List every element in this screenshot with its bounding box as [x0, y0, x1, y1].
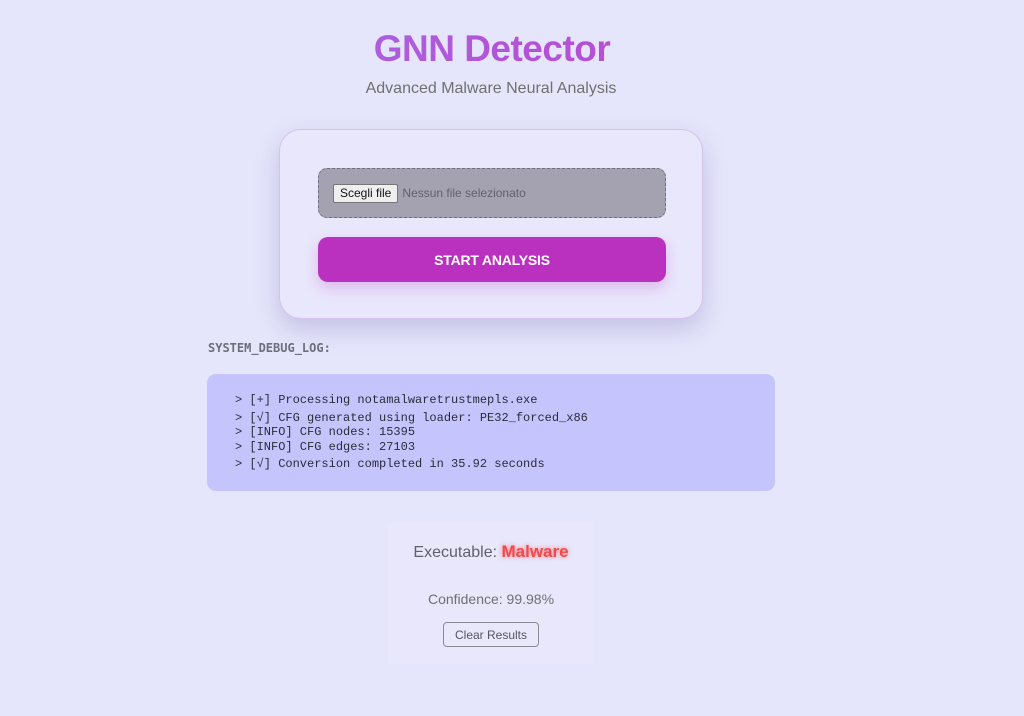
log-line: > [√] Conversion completed in 35.92 seco…: [235, 457, 545, 471]
upload-card: Scegli file Nessun file selezionato STAR…: [279, 129, 703, 319]
clear-results-button[interactable]: Clear Results: [443, 622, 539, 647]
page-subtitle: Advanced Malware Neural Analysis: [365, 80, 617, 97]
start-analysis-button[interactable]: START ANALYSIS: [318, 237, 666, 282]
log-line: > [+] Processing notamalwaretrustmepls.e…: [235, 393, 538, 407]
log-line: > [√] CFG generated using loader: PE32_f…: [235, 410, 588, 425]
choose-file-button[interactable]: Scegli file: [333, 183, 399, 203]
result-panel: Executable: Malware Confidence: 99.98% C…: [388, 522, 594, 664]
debug-log-label: SYSTEM_DEBUG_LOG:: [208, 341, 331, 355]
executable-label: Executable:: [413, 544, 498, 561]
executable-result: Executable: Malware: [388, 542, 594, 562]
log-line: > [INFO] CFG nodes: 15395: [235, 425, 416, 439]
log-line: > [INFO] CFG edges: 27103: [235, 439, 416, 454]
file-drop-zone[interactable]: Scegli file Nessun file selezionato: [318, 168, 666, 218]
verdict-badge: Malware: [501, 542, 569, 561]
page-title: GNN Detector: [0, 28, 984, 70]
debug-log-panel: > [+] Processing notamalwaretrustmepls.e…: [207, 374, 775, 491]
file-status-text: Nessun file selezionato: [402, 186, 526, 200]
confidence-text: Confidence: 99.98%: [427, 591, 555, 607]
